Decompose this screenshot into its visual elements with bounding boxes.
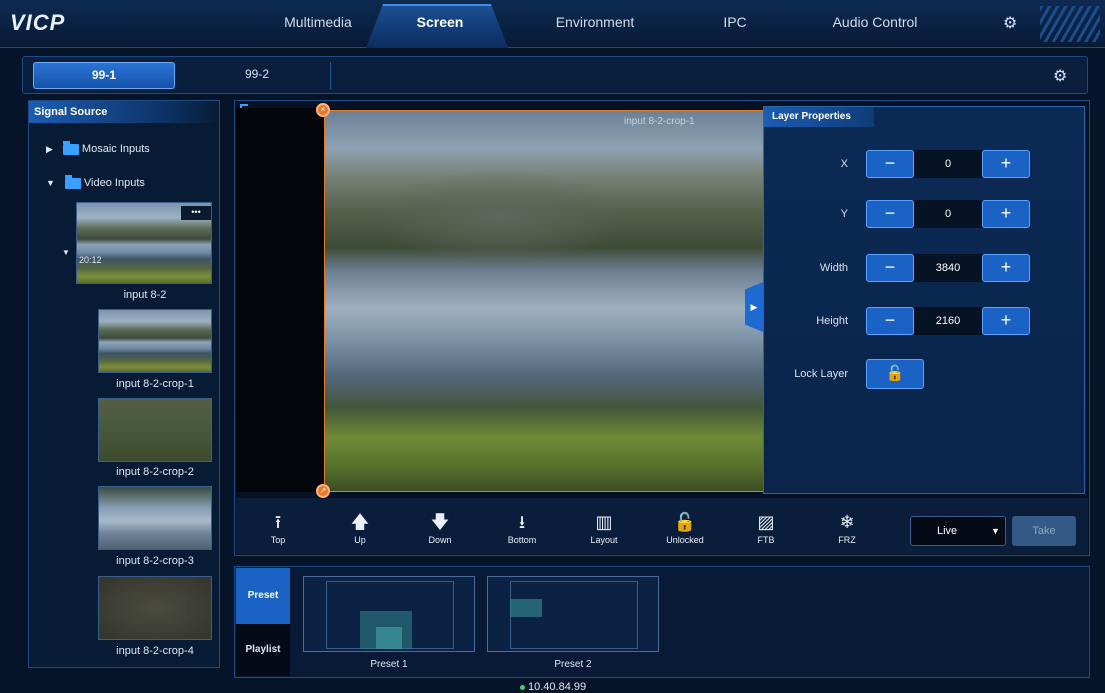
tool-label: Top: [270, 535, 286, 545]
freeze-icon: ❄: [839, 512, 855, 532]
thumbnail-timestamp: 20:12: [79, 255, 102, 265]
input-thumbnail[interactable]: [98, 398, 212, 462]
layer-preview[interactable]: [324, 110, 764, 492]
preset-card-2[interactable]: [487, 576, 659, 652]
y-label: Y: [840, 208, 848, 220]
gear-icon[interactable]: ⚙: [1003, 13, 1017, 33]
tool-label: Down: [428, 535, 452, 545]
tool-label: Unlocked: [666, 535, 704, 545]
tool-label: Up: [354, 535, 366, 545]
up-button[interactable]: 🡅 Up: [330, 512, 390, 545]
arrow-down-icon: 🡇: [430, 512, 450, 532]
ip-address: 10.40.84.99: [528, 681, 587, 693]
decor-stripes: [1040, 6, 1100, 42]
nav-tab-environment[interactable]: Environment: [540, 14, 650, 38]
top-button[interactable]: ⭱ Top: [248, 512, 308, 545]
width-increment-button[interactable]: +: [982, 254, 1030, 282]
x-decrement-button[interactable]: −: [866, 150, 914, 178]
layout-button[interactable]: ▥ Layout: [574, 512, 634, 545]
status-dot-icon: [520, 684, 525, 690]
screen-tab-bar: 99-1 99-2 ⚙: [22, 56, 1088, 94]
connection-status: 10.40.84.99: [520, 681, 586, 693]
layout-icon: ▥: [595, 512, 613, 532]
height-increment-button[interactable]: +: [982, 307, 1030, 335]
input-thumbnail[interactable]: [98, 576, 212, 640]
x-increment-button[interactable]: +: [982, 150, 1030, 178]
app-logo: VICP: [10, 10, 66, 35]
tool-label: Layout: [590, 535, 618, 545]
tree-item-mosaic-inputs[interactable]: ▶ Mosaic Inputs: [46, 140, 150, 155]
chevron-down-icon[interactable]: ▼: [62, 248, 70, 257]
unlocked-button[interactable]: 🔓 Unlocked: [655, 512, 715, 545]
input-thumbnail[interactable]: [98, 309, 212, 373]
input-label: input 8-2-crop-3: [116, 555, 194, 567]
width-value-field[interactable]: 3840: [914, 254, 982, 282]
more-icon[interactable]: •••: [181, 206, 211, 220]
y-value-field[interactable]: 0: [914, 200, 982, 228]
layer-name-label: input 8-2-crop-1: [624, 116, 695, 127]
height-decrement-button[interactable]: −: [866, 307, 914, 335]
preset-label: Preset 1: [370, 659, 408, 670]
tab-playlist[interactable]: Playlist: [236, 624, 290, 676]
collapse-panel-button[interactable]: ▶: [745, 282, 763, 332]
tool-label: Bottom: [507, 535, 537, 545]
tool-label: FTB: [757, 535, 775, 545]
select-value: Live: [937, 525, 958, 537]
unlock-icon: 🔓: [673, 512, 697, 532]
width-decrement-button[interactable]: −: [866, 254, 914, 282]
top-navigation-bar: VICP Multimedia Screen Environment IPC A…: [0, 0, 1105, 48]
height-value-field[interactable]: 2160: [914, 307, 982, 335]
resize-handle[interactable]: ↗: [316, 484, 330, 498]
layer-properties-title: Layer Properties: [764, 107, 874, 127]
nav-tab-screen[interactable]: Screen: [395, 14, 485, 38]
screen-tab-99-2[interactable]: 99-2: [175, 62, 331, 89]
lock-layer-label: Lock Layer: [794, 368, 848, 380]
tab-preset[interactable]: Preset: [236, 568, 290, 624]
tree-item-video-inputs[interactable]: ▼ Video Inputs: [46, 174, 145, 189]
preset-layer-block: [510, 599, 542, 617]
y-decrement-button[interactable]: −: [866, 200, 914, 228]
preset-label: Preset 2: [554, 659, 592, 670]
y-increment-button[interactable]: +: [982, 200, 1030, 228]
tree-item-label: Video Inputs: [83, 177, 145, 189]
input-thumbnail[interactable]: ••• 20:12: [76, 202, 212, 284]
input-label: input 8-2-crop-2: [116, 466, 194, 478]
nav-tab-audio-control[interactable]: Audio Control: [815, 14, 935, 38]
preset-layer-block: [376, 627, 402, 649]
fade-to-black-icon: ▨: [757, 512, 775, 532]
bottom-button[interactable]: ⭳ Bottom: [492, 512, 552, 545]
send-to-bottom-icon: ⭳: [518, 512, 526, 532]
bring-to-top-icon: ⭱: [274, 512, 282, 532]
frz-button[interactable]: ❄ FRZ: [817, 512, 877, 545]
caret-down-icon: ▼: [991, 526, 1000, 536]
screen-tab-99-1[interactable]: 99-1: [33, 62, 175, 89]
close-layer-handle[interactable]: ×: [316, 103, 330, 117]
nav-tab-ipc[interactable]: IPC: [705, 14, 765, 38]
tool-label: FRZ: [838, 535, 856, 545]
arrow-up-icon: 🡅: [350, 512, 370, 532]
canvas-empty-area[interactable]: [236, 108, 326, 492]
folder-icon: [62, 140, 79, 155]
input-label: input 8-2-crop-1: [116, 378, 194, 390]
gear-icon[interactable]: ⚙: [1053, 66, 1067, 86]
input-label: input 8-2: [123, 289, 167, 301]
unlock-icon[interactable]: 🔓: [866, 359, 924, 389]
output-mode-select[interactable]: Live ▼: [910, 516, 1006, 546]
nav-tab-multimedia[interactable]: Multimedia: [268, 14, 368, 38]
width-label: Width: [819, 262, 848, 274]
chevron-down-icon[interactable]: ▼: [46, 178, 55, 188]
folder-icon: [64, 174, 81, 189]
height-label: Height: [816, 315, 848, 327]
preset-card-1[interactable]: [303, 576, 475, 652]
input-thumbnail[interactable]: [98, 486, 212, 550]
input-label: input 8-2-crop-4: [116, 645, 194, 657]
signal-source-title: Signal Source: [29, 101, 219, 123]
x-value-field[interactable]: 0: [914, 150, 982, 178]
ftb-button[interactable]: ▨ FTB: [736, 512, 796, 545]
down-button[interactable]: 🡇 Down: [410, 512, 470, 545]
tree-item-label: Mosaic Inputs: [81, 143, 150, 155]
x-label: X: [840, 158, 848, 170]
chevron-right-icon[interactable]: ▶: [46, 144, 53, 155]
take-button[interactable]: Take: [1012, 516, 1076, 546]
